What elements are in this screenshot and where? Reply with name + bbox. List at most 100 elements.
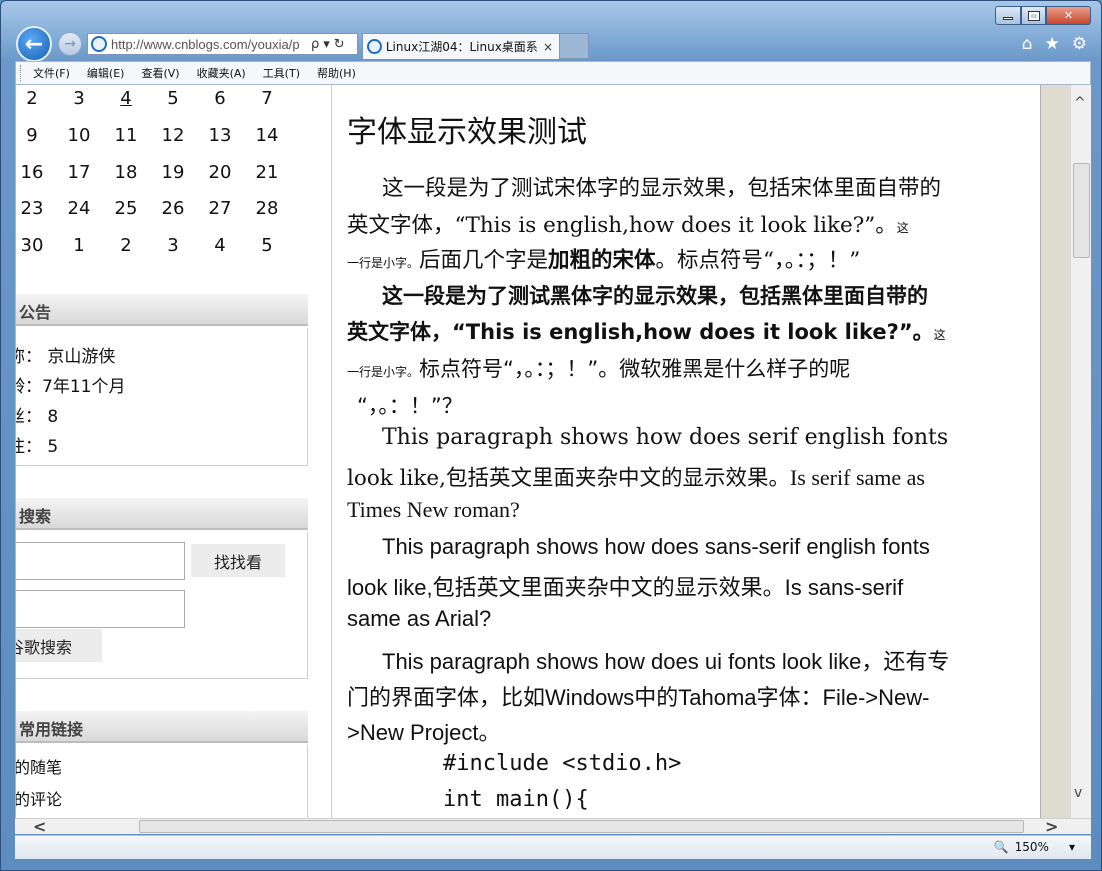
close-window-button[interactable]: ✕ — [1046, 6, 1091, 25]
calendar-day[interactable]: 1 — [56, 235, 102, 256]
zoom-control[interactable]: 🔍 150% ▾ — [994, 840, 1075, 854]
horizontal-scroll-thumb[interactable] — [139, 820, 1024, 833]
home-icon[interactable]: ⌂ — [1022, 34, 1033, 54]
calendar-day[interactable]: 9 — [16, 125, 55, 146]
calendar-day[interactable]: 20 — [197, 162, 243, 183]
notice-age: 龄：7年11个月 — [16, 377, 126, 397]
calendar-day[interactable]: 16 — [16, 162, 55, 183]
p1-text: 英文字体，“This is english,how does it look l… — [347, 213, 897, 238]
google-search-input[interactable] — [16, 590, 185, 628]
calendar-day[interactable]: 21 — [244, 162, 290, 183]
p1-bold-text: 加粗的宋体 — [548, 248, 656, 273]
tools-gear-icon[interactable]: ⚙ — [1072, 34, 1087, 54]
dropdown-icon[interactable]: ▾ — [323, 37, 330, 52]
favorites-star-icon[interactable]: ★ — [1045, 34, 1060, 54]
link-my-comments[interactable]: 的评论 — [16, 786, 62, 810]
menu-edit[interactable]: 编辑(E) — [87, 65, 125, 81]
menu-bar: 文件(F) 编辑(E) 查看(V) 收藏夹(A) 工具(T) 帮助(H) — [15, 61, 1091, 85]
tab-close-icon[interactable]: × — [543, 40, 553, 54]
search-icon[interactable]: ρ — [311, 37, 319, 52]
link-my-posts[interactable]: 的随笔 — [16, 754, 62, 778]
new-tab-button[interactable] — [560, 33, 589, 59]
zoom-level: 150% — [1014, 840, 1049, 854]
back-arrow-icon: ← — [24, 31, 44, 57]
calendar-day[interactable]: 4 — [197, 235, 243, 256]
calendar-day[interactable]: 18 — [103, 162, 149, 183]
calendar-day[interactable]: 5 — [244, 235, 290, 256]
search-header: 搜索 — [16, 498, 308, 530]
calendar-day[interactable]: 19 — [150, 162, 196, 183]
calendar-day[interactable]: 11 — [103, 125, 149, 146]
search-site-button[interactable]: 找找看 — [191, 544, 285, 577]
calendar-day[interactable]: 17 — [56, 162, 102, 183]
calendar-day[interactable]: 13 — [197, 125, 243, 146]
forward-button[interactable]: → — [58, 32, 82, 56]
maximize-button[interactable] — [1021, 6, 1046, 25]
calendar-day[interactable]: 10 — [56, 125, 102, 146]
tab-current[interactable]: Linux江湖04：Linux桌面系... × — [362, 33, 560, 59]
vertical-scrollbar[interactable]: ^ v — [1070, 85, 1091, 818]
calendar-day[interactable]: 24 — [56, 198, 102, 219]
calendar-day[interactable]: 12 — [150, 125, 196, 146]
calendar-day[interactable]: 27 — [197, 198, 243, 219]
calendar-day[interactable]: 5 — [150, 88, 196, 109]
p2-text: 英文字体，“This is english,how does it look l… — [347, 320, 934, 344]
code-line-1: #include <stdio.h> — [443, 751, 682, 776]
window-controls: ✕ — [995, 6, 1091, 26]
maximize-icon — [1027, 10, 1040, 21]
p3-line3: Times New roman? — [347, 497, 520, 522]
search-input[interactable] — [16, 542, 185, 580]
scroll-left-icon[interactable]: < — [33, 817, 46, 836]
page-content: 2 3 4 5 6 7 9 10 11 12 13 14 16 17 18 19… — [15, 85, 1091, 818]
scroll-down-icon[interactable]: v — [1074, 785, 1082, 801]
scroll-up-icon[interactable]: ^ — [1074, 95, 1086, 111]
calendar-day-link[interactable]: 4 — [103, 88, 149, 109]
google-search-button[interactable]: 谷歌搜索 — [16, 629, 102, 662]
address-text[interactable]: http://www.cnblogs.com/youxia/p — [111, 37, 307, 52]
vertical-scroll-thumb[interactable] — [1073, 163, 1090, 258]
minimize-button[interactable] — [995, 6, 1021, 25]
p1-line3: 一行是小字。后面几个字是加粗的宋体。标点符号“，。：；！” — [347, 243, 860, 274]
calendar-day[interactable]: 23 — [16, 198, 55, 219]
zoom-dropdown-icon[interactable]: ▾ — [1069, 840, 1075, 854]
calendar-day[interactable]: 26 — [150, 198, 196, 219]
menu-tools[interactable]: 工具(T) — [263, 65, 300, 81]
zoom-magnifier-icon: 🔍 — [993, 840, 1009, 854]
search-box: 找找看 谷歌搜索 — [16, 532, 308, 679]
calendar-row: 16 17 18 19 20 21 — [16, 162, 306, 198]
calendar-day[interactable]: 6 — [197, 88, 243, 109]
menu-help[interactable]: 帮助(H) — [317, 65, 356, 81]
refresh-icon[interactable]: ↻ — [334, 37, 345, 52]
menu-favorites[interactable]: 收藏夹(A) — [197, 65, 246, 81]
calendar-day[interactable]: 25 — [103, 198, 149, 219]
p3-line1: This paragraph shows how does serif engl… — [382, 425, 949, 450]
scroll-right-icon[interactable]: > — [1045, 817, 1058, 836]
p2-line4: “，。：！”？ — [357, 394, 463, 418]
browser-right-icons: ⌂ ★ ⚙ — [1022, 34, 1087, 54]
calendar-day[interactable]: 3 — [150, 235, 196, 256]
notice-header: 公告 — [16, 294, 308, 326]
horizontal-scrollbar[interactable]: < > — [15, 817, 1091, 836]
menu-file[interactable]: 文件(F) — [33, 65, 70, 81]
p3-text-tnr: Is serif same as — [789, 465, 925, 490]
notice-followers: 丝： 8 — [16, 407, 59, 427]
calendar-day[interactable]: 3 — [56, 88, 102, 109]
address-bar[interactable]: http://www.cnblogs.com/youxia/p ρ ▾ ↻ — [87, 33, 358, 55]
menu-view[interactable]: 查看(V) — [141, 65, 179, 81]
calendar-day[interactable]: 28 — [244, 198, 290, 219]
minimize-icon — [1003, 17, 1013, 20]
calendar-row: 30 1 2 3 4 5 — [16, 235, 306, 271]
p3-line2: look like,包括英文里面夹杂中文的显示效果。Is serif same … — [347, 461, 925, 492]
notice-following: 注： 5 — [16, 437, 59, 457]
p2-small-text: 这 — [933, 328, 946, 342]
calendar-day[interactable]: 30 — [16, 235, 55, 256]
calendar-day[interactable]: 14 — [244, 125, 290, 146]
back-button[interactable]: ← — [16, 26, 52, 62]
status-bar: 🔍 150% ▾ — [15, 835, 1091, 859]
article-title: 字体显示效果测试 — [347, 115, 587, 150]
calendar-day[interactable]: 7 — [244, 88, 290, 109]
p5-line2: 门的界面字体，比如Windows中的Tahoma字体：File->New- — [347, 685, 930, 710]
calendar-day[interactable]: 2 — [16, 88, 55, 109]
calendar-day[interactable]: 2 — [103, 235, 149, 256]
p2-small-text-2: 一行是小字。 — [347, 365, 420, 379]
